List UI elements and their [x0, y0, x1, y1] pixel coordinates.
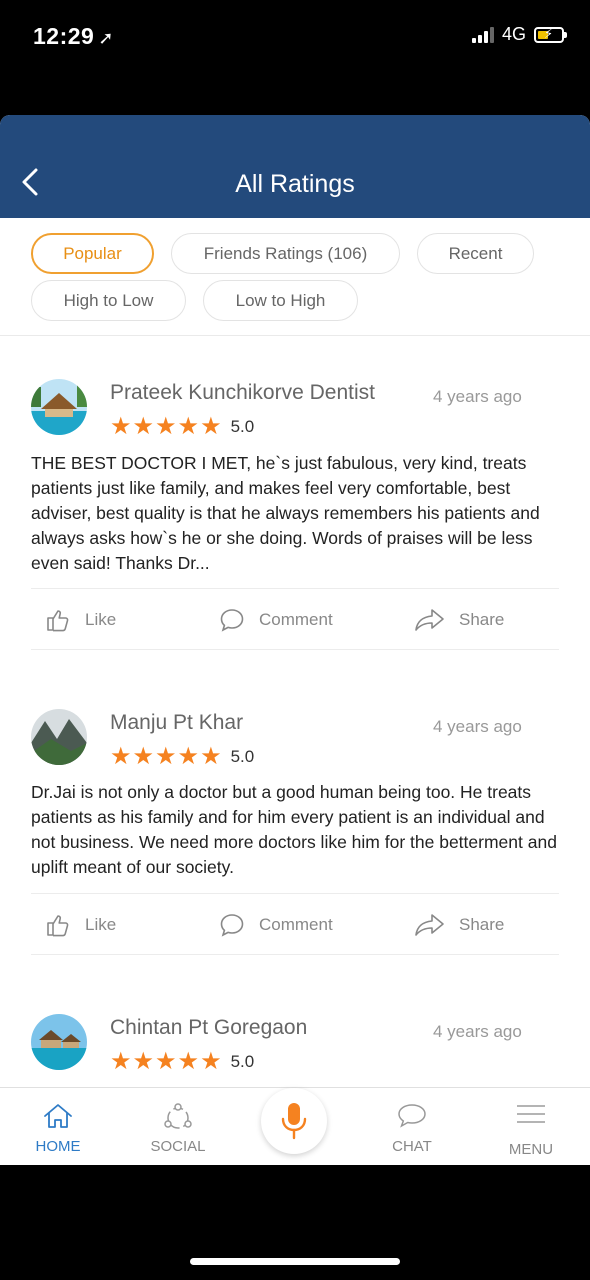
- comment-icon: [220, 914, 244, 937]
- app-screen: All Ratings Popular Friends Ratings (106…: [0, 115, 590, 1165]
- like-label: Like: [85, 915, 117, 934]
- review-text[interactable]: THE BEST DOCTOR I MET, he`s just fabulou…: [31, 451, 566, 576]
- share-icon: [415, 914, 444, 936]
- filter-high-to-low[interactable]: High to Low: [31, 280, 186, 321]
- comment-label: Comment: [259, 610, 333, 629]
- nav-menu[interactable]: MENU: [481, 1088, 581, 1165]
- like-button[interactable]: Like: [45, 894, 116, 956]
- star-icon: ★: [155, 1048, 177, 1075]
- star-icon: ★: [200, 1048, 222, 1075]
- nav-social-label: SOCIAL: [150, 1138, 206, 1155]
- share-button[interactable]: Share: [413, 894, 504, 956]
- share-label: Share: [459, 610, 505, 629]
- star-icon: ★: [110, 1048, 132, 1075]
- home-indicator[interactable]: [190, 1258, 400, 1265]
- ratings-feed: Prateek Kunchikorve Dentist 4 years ago …: [0, 337, 590, 1087]
- star-icon: ★: [155, 413, 177, 440]
- status-time-text: 12:29: [33, 23, 95, 49]
- review-time: 4 years ago: [433, 387, 522, 406]
- hamburger-menu-icon: [517, 1105, 545, 1123]
- share-button[interactable]: Share: [413, 589, 504, 651]
- star-icon: ★: [177, 413, 200, 440]
- star-icon: ★: [177, 1048, 200, 1075]
- status-bar: 12:29 ➚ 4G ⚡: [0, 0, 590, 115]
- filter-bar: Popular Friends Ratings (106) Recent Hig…: [0, 218, 590, 336]
- nav-social[interactable]: SOCIAL: [128, 1088, 228, 1165]
- like-button[interactable]: Like: [45, 589, 116, 651]
- rating-value: 5.0: [230, 1052, 255, 1071]
- star-icon: ★: [132, 413, 155, 440]
- status-indicators: 4G ⚡: [471, 24, 567, 45]
- network-type: 4G: [501, 24, 526, 44]
- page-title: All Ratings: [235, 170, 355, 198]
- chat-icon: [398, 1104, 426, 1128]
- review-actions: Like Comment Share: [31, 588, 559, 650]
- signal-icon: [471, 26, 494, 43]
- nav-chat-label: CHAT: [392, 1138, 432, 1155]
- avatar[interactable]: [31, 1014, 87, 1070]
- thumbs-up-icon: [47, 915, 69, 937]
- star-icon: ★: [155, 743, 177, 770]
- star-icon: ★: [177, 743, 200, 770]
- bottom-nav: HOME SOCIAL CHAT MENU: [0, 1087, 590, 1165]
- nav-chat[interactable]: CHAT: [362, 1088, 462, 1165]
- rating-value: 5.0: [230, 417, 255, 436]
- filter-friends-ratings[interactable]: Friends Ratings (106): [171, 233, 400, 274]
- star-rating: ★ ★ ★ ★ ★ 5.0: [110, 745, 254, 769]
- thumbs-up-icon: [47, 610, 69, 632]
- nav-menu-label: MENU: [508, 1141, 554, 1158]
- filter-low-to-high[interactable]: Low to High: [203, 280, 358, 321]
- reviewer-name[interactable]: Chintan Pt Goregaon: [110, 1016, 307, 1040]
- avatar-image: [31, 709, 87, 765]
- battery-icon: ⚡: [534, 26, 567, 43]
- nav-home[interactable]: HOME: [8, 1088, 108, 1165]
- microphone-icon: [281, 1103, 307, 1140]
- share-icon: [415, 609, 444, 631]
- review-text[interactable]: Dr.Jai is not only a doctor but a good h…: [31, 780, 566, 880]
- star-icon: ★: [132, 1048, 155, 1075]
- comment-label: Comment: [259, 915, 333, 934]
- filter-popular[interactable]: Popular: [31, 233, 154, 274]
- reviewer-name[interactable]: Manju Pt Khar: [110, 711, 243, 735]
- voice-search-button[interactable]: [261, 1088, 327, 1154]
- comment-button[interactable]: Comment: [219, 589, 333, 651]
- avatar[interactable]: [31, 379, 87, 435]
- status-time: 12:29 ➚: [33, 23, 114, 50]
- review-actions: Like Comment Share: [31, 893, 559, 955]
- comment-button[interactable]: Comment: [219, 894, 333, 956]
- avatar-image: [31, 1014, 87, 1070]
- nav-home-label: HOME: [35, 1138, 81, 1155]
- star-icon: ★: [110, 743, 132, 770]
- like-label: Like: [85, 610, 117, 629]
- star-icon: ★: [132, 743, 155, 770]
- star-rating: ★ ★ ★ ★ ★ 5.0: [110, 1050, 254, 1074]
- star-icon: ★: [110, 413, 132, 440]
- filter-recent[interactable]: Recent: [417, 233, 534, 274]
- location-arrow-icon: ➚: [98, 28, 114, 48]
- avatar[interactable]: [31, 709, 87, 765]
- comment-icon: [220, 609, 244, 632]
- review-time: 4 years ago: [433, 717, 522, 736]
- star-icon: ★: [200, 743, 222, 770]
- star-icon: ★: [200, 413, 222, 440]
- reviewer-name[interactable]: Prateek Kunchikorve Dentist: [110, 381, 375, 405]
- rating-value: 5.0: [230, 747, 255, 766]
- home-icon: [44, 1104, 72, 1128]
- social-icon: [164, 1103, 192, 1129]
- header-bar: All Ratings: [0, 115, 590, 218]
- star-rating: ★ ★ ★ ★ ★ 5.0: [110, 415, 254, 439]
- share-label: Share: [459, 915, 505, 934]
- review-time: 4 years ago: [433, 1022, 522, 1041]
- avatar-image: [31, 379, 87, 435]
